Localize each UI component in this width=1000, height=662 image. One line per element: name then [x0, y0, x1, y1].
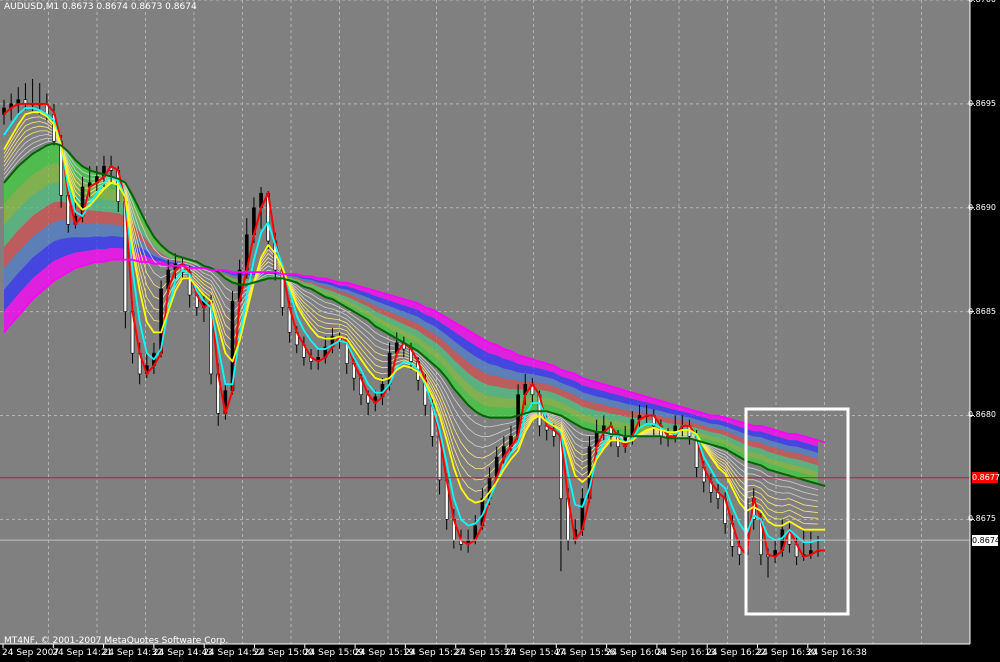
price-chart[interactable] — [0, 0, 1000, 662]
y-tick-label: 0.8680 — [968, 410, 996, 420]
y-tick-label: 0.8695 — [968, 98, 996, 108]
y-tick-label: 0.8685 — [968, 306, 996, 316]
ask-price-tag: 0.8674 — [972, 534, 1000, 546]
y-tick-label: 0.8675 — [968, 514, 996, 524]
copyright-text: MT4NF, © 2001-2007 MetaQuotes Software C… — [4, 636, 229, 646]
y-tick-label: 0.8700 — [968, 0, 996, 4]
mt4-chart-window[interactable]: AUDUSD,M1 0.8673 0.8674 0.8673 0.8674 MT… — [0, 0, 1000, 662]
symbol-header: AUDUSD,M1 0.8673 0.8674 0.8673 0.8674 — [4, 2, 197, 12]
y-tick-label: 0.8690 — [968, 202, 996, 212]
x-tick-label: 24 Sep 2007 — [2, 648, 60, 658]
bid-price-tag: 0.8677 — [972, 472, 1000, 484]
x-tick-label: 24 Sep 16:38 — [806, 648, 867, 658]
